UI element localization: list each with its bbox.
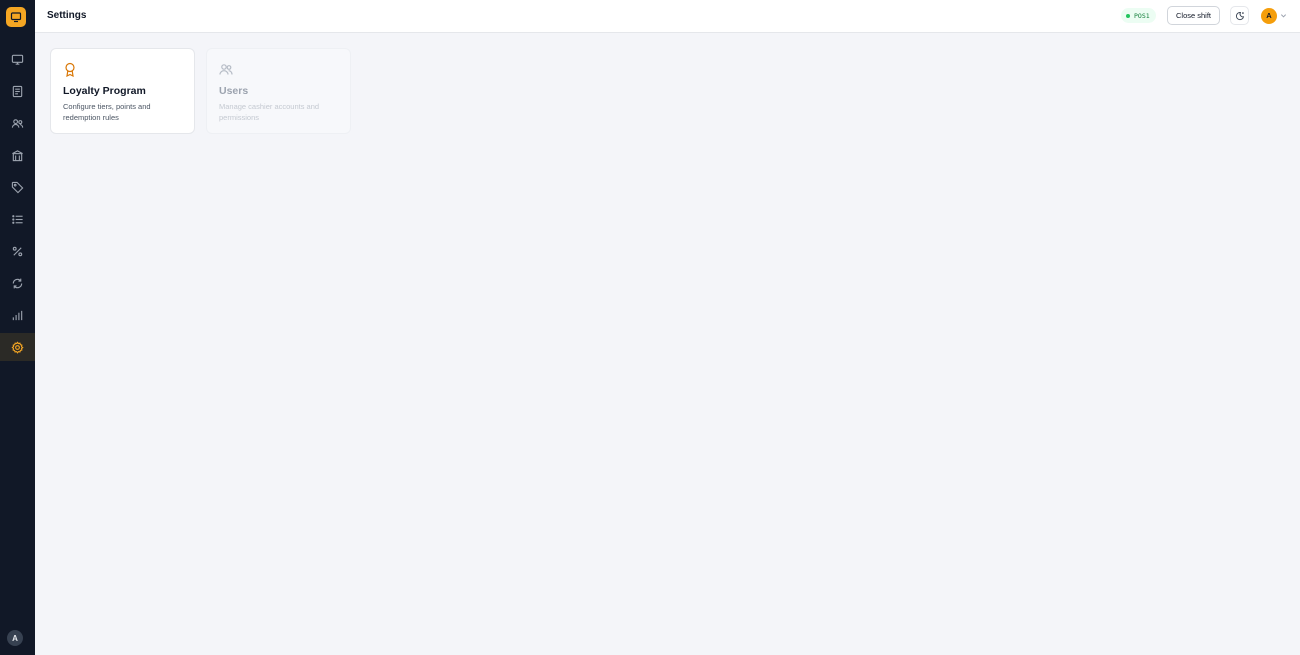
sidebar-item-pos[interactable] [0, 45, 35, 73]
monitor-icon [11, 54, 24, 65]
app-root: A Settings POS1 Close shift A Loyalty Pr… [0, 0, 1300, 655]
page-title: Settings [47, 10, 87, 21]
terminal-status-badge: POS1 [1121, 8, 1156, 23]
sidebar-item-sync[interactable] [0, 269, 35, 297]
card-title: Users [219, 85, 249, 97]
card-description: Manage cashier accounts and permissions [219, 102, 320, 122]
receipt-icon [12, 85, 23, 97]
card-title: Loyalty Program [63, 85, 146, 97]
sidebar-item-stores[interactable] [0, 141, 35, 169]
moon-sparkle-icon [1235, 11, 1244, 20]
users-card[interactable]: Users Manage cashier accounts and permis… [206, 48, 351, 134]
tag-icon [11, 181, 24, 193]
sidebar-item-products[interactable] [0, 173, 35, 201]
sidebar-item-orders[interactable] [0, 77, 35, 105]
status-dot-icon [1126, 13, 1130, 18]
sidebar-item-customers[interactable] [0, 109, 35, 137]
sidebar-item-reports[interactable] [0, 301, 35, 329]
users-icon [219, 64, 233, 75]
award-icon [65, 62, 75, 77]
monitor-logo-icon [10, 12, 22, 23]
sidebar: A [0, 0, 35, 655]
sidebar-item-settings[interactable] [0, 333, 35, 361]
card-description: Configure tiers, points and redemption r… [63, 102, 151, 122]
theme-toggle-button[interactable] [1230, 6, 1249, 25]
user-menu[interactable]: A [1261, 7, 1287, 24]
bar-chart-icon [12, 310, 23, 320]
top-header: Settings POS1 Close shift A [35, 0, 1300, 33]
sidebar-item-categories[interactable] [0, 205, 35, 233]
close-shift-button[interactable]: Close shift [1167, 6, 1220, 25]
percent-icon [12, 246, 23, 256]
loyalty-program-card[interactable]: Loyalty Program Configure tiers, points … [50, 48, 195, 134]
gear-icon [11, 340, 24, 354]
user-avatar: A [1261, 7, 1277, 24]
terminal-label: POS1 [1134, 11, 1150, 20]
chevron-down-icon [1280, 14, 1287, 18]
sidebar-user-avatar[interactable]: A [7, 630, 23, 646]
list-icon [12, 214, 23, 224]
sync-icon [12, 278, 23, 288]
app-logo[interactable] [6, 7, 26, 27]
users-icon [11, 118, 24, 128]
store-icon [12, 149, 23, 161]
sidebar-item-discounts[interactable] [0, 237, 35, 265]
